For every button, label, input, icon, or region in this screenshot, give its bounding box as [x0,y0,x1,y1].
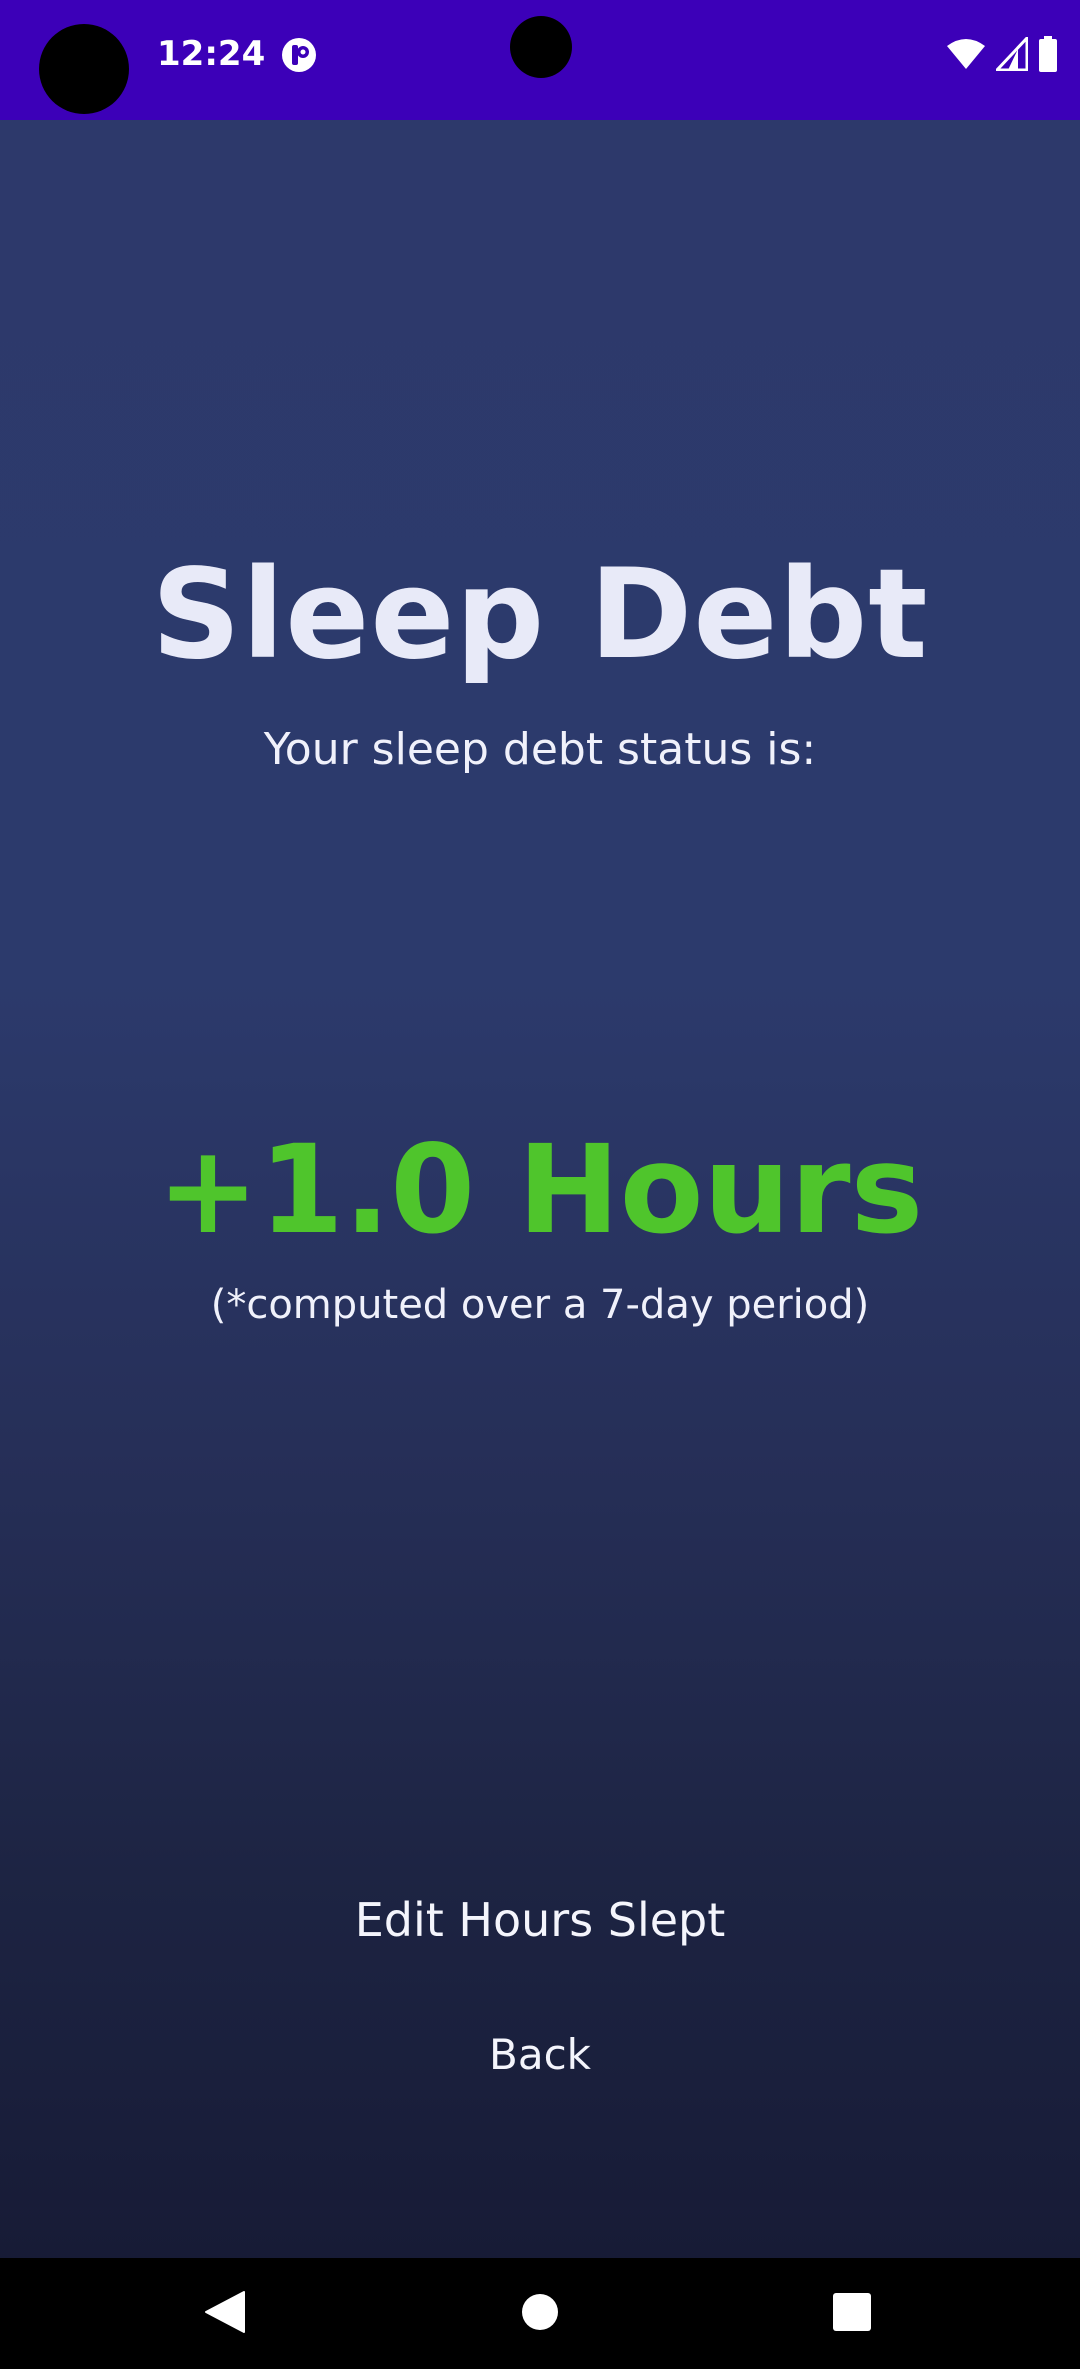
page-title: Sleep Debt [151,543,929,687]
notification-app-icon [280,36,318,74]
camera-cutout-center [510,16,572,78]
nav-recents-button[interactable] [792,2258,912,2369]
status-icons [946,34,1058,74]
nav-back-icon [204,2290,246,2338]
nav-back-button[interactable] [165,2258,285,2369]
main-content: Sleep Debt Your sleep debt status is: +1… [0,120,1080,2258]
sleep-debt-value: +1.0 Hours [156,1119,924,1261]
status-bar: 12:24 [0,0,1080,120]
back-button[interactable]: Back [390,2005,690,2105]
system-nav-bar [0,2258,1080,2369]
wifi-icon [946,38,986,70]
status-time: 12:24 [157,34,266,74]
edit-hours-slept-button[interactable]: Edit Hours Slept [290,1870,790,1970]
nav-home-button[interactable] [480,2258,600,2369]
nav-home-icon [520,2292,560,2336]
app-screen: 12:24 Sleep Debt Your sleep debt status … [0,0,1080,2369]
signal-icon [996,37,1028,71]
camera-cutout-left [39,24,129,114]
status-subtitle: Your sleep debt status is: [263,724,817,775]
computation-footnote: (*computed over a 7-day period) [210,1282,870,1328]
nav-recents-icon [832,2292,872,2336]
battery-icon [1038,36,1058,72]
